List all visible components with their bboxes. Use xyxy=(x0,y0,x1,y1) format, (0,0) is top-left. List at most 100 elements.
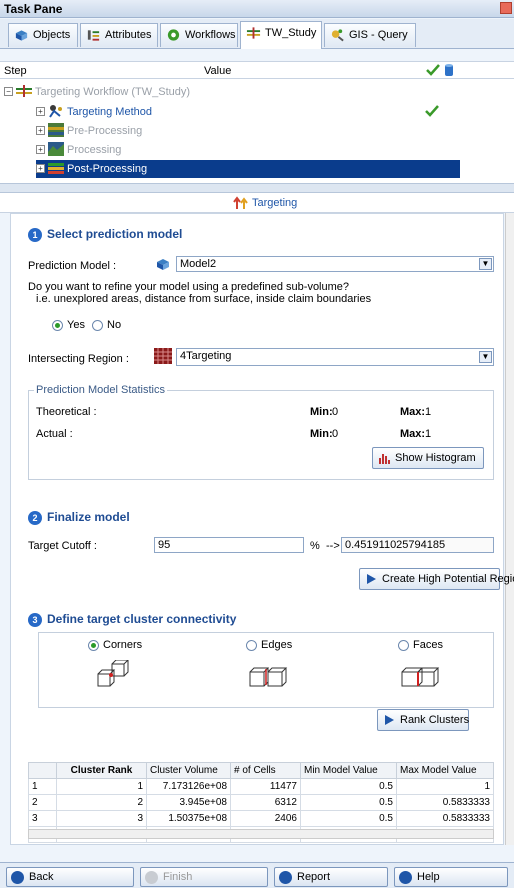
col-num-cells[interactable]: # of Cells xyxy=(230,762,301,779)
chevron-down-icon[interactable]: ▼ xyxy=(479,258,492,270)
actual-min-label: Min: xyxy=(310,428,333,440)
actual-max: 1 xyxy=(425,428,432,440)
back-icon xyxy=(11,871,24,884)
step-table-header: Step Value xyxy=(0,61,514,79)
arrow-text: --> xyxy=(326,540,340,552)
theoretical-max-label: Max: xyxy=(400,406,426,418)
pane-splitter[interactable] xyxy=(0,183,514,193)
tab-workflows[interactable]: Workflows xyxy=(160,23,238,47)
targeting-title: Targeting xyxy=(252,197,298,209)
actual-min: 0 xyxy=(332,428,339,440)
window-title: Task Pane xyxy=(4,2,63,16)
finish-button[interactable]: Finish xyxy=(140,867,268,887)
tab-objects[interactable]: Objects xyxy=(8,23,78,47)
histogram-icon xyxy=(379,454,390,464)
tab-gis-query[interactable]: GIS - Query xyxy=(324,23,416,47)
radio-faces-indicator[interactable] xyxy=(398,639,409,651)
tab-bar: Objects Attributes Workflows TW_Study GI… xyxy=(0,19,514,49)
row-number-header xyxy=(28,762,57,779)
cylinder-icon xyxy=(444,63,454,80)
processing-icon xyxy=(48,142,64,156)
objects-icon xyxy=(15,30,28,41)
radio-yes-indicator[interactable] xyxy=(52,319,63,331)
faces-cubes-icon xyxy=(401,667,440,687)
option-edges[interactable]: Edges xyxy=(246,639,292,651)
table-row[interactable]: 2 2 3.945e+08 6312 0.5 0.5833333 xyxy=(28,794,494,811)
statistics-title: Prediction Model Statistics xyxy=(34,384,167,396)
tree-item-targeting-method[interactable]: + Targeting Method xyxy=(36,103,456,121)
back-button[interactable]: Back xyxy=(6,867,134,887)
expand-icon[interactable]: + xyxy=(36,145,45,154)
close-icon[interactable] xyxy=(500,2,512,14)
help-button[interactable]: Help xyxy=(394,867,508,887)
radio-edges-indicator[interactable] xyxy=(246,639,257,651)
workflows-icon xyxy=(167,29,180,41)
option-corners[interactable]: Corners xyxy=(88,639,142,651)
theoretical-min-label: Min: xyxy=(310,406,333,418)
rank-clusters-button[interactable]: Rank Clusters xyxy=(377,709,469,731)
tree-item-post-processing[interactable]: + Post-Processing xyxy=(36,160,460,178)
percent-symbol: % xyxy=(310,540,320,552)
targeting-header: Targeting xyxy=(0,193,514,213)
tree-item-processing[interactable]: + Processing xyxy=(36,141,336,159)
actual-label: Actual : xyxy=(36,428,73,440)
check-icon xyxy=(425,63,441,80)
targeting-icon xyxy=(233,196,248,209)
theoretical-label: Theoretical : xyxy=(36,406,97,418)
table-row[interactable]: 1 1 7.173126e+08 11477 0.5 1 xyxy=(28,778,494,795)
grid-region-icon xyxy=(154,348,172,364)
section-cluster-connectivity: 3 Define target cluster connectivity xyxy=(28,612,236,627)
table-horizontal-scrollbar[interactable] xyxy=(28,829,494,839)
footer-bar: Back Finish Report Help xyxy=(0,862,514,888)
corners-cubes-icon xyxy=(97,660,129,687)
tree-item-pre-processing[interactable]: + Pre-Processing xyxy=(36,122,336,140)
col-value: Value xyxy=(204,65,232,77)
play-icon xyxy=(385,715,394,725)
table-row[interactable]: 3 3 1.50375e+08 2406 0.5 0.5833333 xyxy=(28,810,494,827)
finish-icon xyxy=(145,871,158,884)
option-faces[interactable]: Faces xyxy=(398,639,443,651)
radio-no-indicator[interactable] xyxy=(92,319,103,331)
panel-scrollbar[interactable] xyxy=(505,213,514,845)
expand-icon[interactable]: + xyxy=(36,126,45,135)
pre-processing-icon xyxy=(48,123,64,137)
cutoff-result-field: 0.451911025794185 xyxy=(341,537,494,553)
col-cluster-volume[interactable]: Cluster Volume xyxy=(146,762,231,779)
col-min-model-value[interactable]: Min Model Value xyxy=(300,762,397,779)
tree-root[interactable]: − Targeting Workflow (TW_Study) xyxy=(4,83,304,101)
intersecting-region-dropdown[interactable]: 4Targeting ▼ xyxy=(176,348,494,366)
done-check-icon xyxy=(425,105,439,117)
radio-corners-indicator[interactable] xyxy=(88,639,99,651)
model-icon xyxy=(157,259,169,270)
radio-yes[interactable]: Yes xyxy=(52,319,85,331)
chevron-down-icon[interactable]: ▼ xyxy=(479,351,492,363)
expand-icon[interactable]: + xyxy=(36,107,45,116)
col-cluster-rank[interactable]: Cluster Rank xyxy=(56,762,147,779)
section-finalize-model: 2 Finalize model xyxy=(28,510,130,525)
create-high-potential-region-button[interactable]: Create High Potential Region xyxy=(359,568,514,590)
theoretical-min: 0 xyxy=(332,406,339,418)
tab-tw-study[interactable]: TW_Study xyxy=(240,21,322,49)
expand-icon[interactable]: + xyxy=(36,164,45,173)
target-cutoff-label: Target Cutoff : xyxy=(28,540,97,552)
study-icon xyxy=(246,27,261,39)
prediction-model-label: Prediction Model : xyxy=(28,260,117,272)
target-cutoff-input[interactable]: 95 xyxy=(154,537,304,553)
targeting-panel xyxy=(10,213,504,845)
workflow-tree: − Targeting Workflow (TW_Study) + Target… xyxy=(0,79,514,183)
section-select-model: 1 Select prediction model xyxy=(28,227,182,242)
edges-cubes-icon xyxy=(249,667,288,687)
show-histogram-button[interactable]: Show Histogram xyxy=(372,447,484,469)
report-icon xyxy=(279,871,292,884)
targeting-method-icon xyxy=(49,105,62,118)
prediction-model-dropdown[interactable]: Model2 ▼ xyxy=(176,256,494,272)
report-button[interactable]: Report xyxy=(274,867,388,887)
refine-hint: i.e. unexplored areas, distance from sur… xyxy=(36,293,372,305)
theoretical-max: 1 xyxy=(425,406,432,418)
attributes-icon xyxy=(87,30,100,41)
radio-no[interactable]: No xyxy=(92,319,121,331)
play-icon xyxy=(367,574,376,584)
collapse-icon[interactable]: − xyxy=(4,87,13,96)
tab-attributes[interactable]: Attributes xyxy=(80,23,158,47)
col-max-model-value[interactable]: Max Model Value xyxy=(396,762,494,779)
